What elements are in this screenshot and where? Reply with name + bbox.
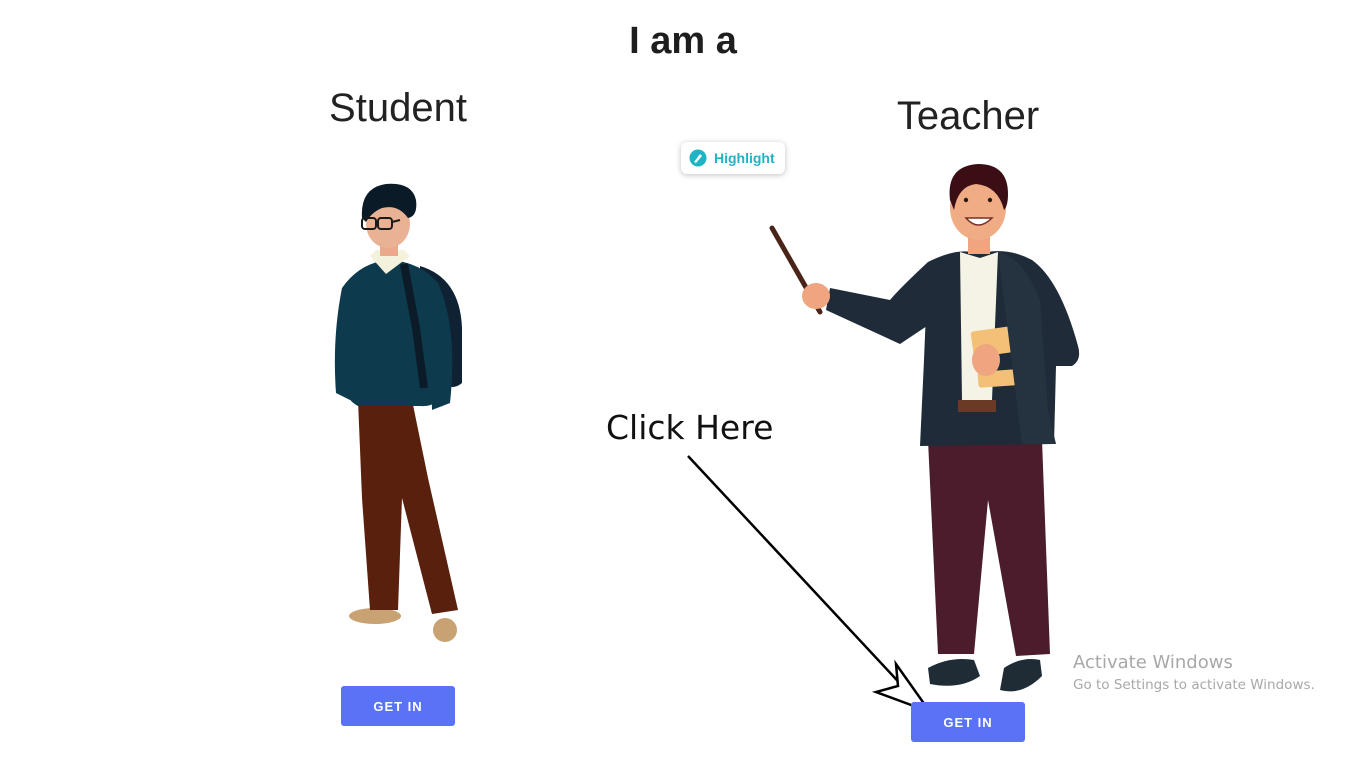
- teacher-get-in-button[interactable]: GET IN: [911, 702, 1025, 742]
- teacher-title: Teacher: [896, 94, 1040, 138]
- watermark-title: Activate Windows: [1073, 652, 1233, 673]
- highlight-chip[interactable]: Highlight: [681, 142, 785, 174]
- click-here-annotation: Click Here: [606, 408, 774, 447]
- highlight-label: Highlight: [714, 150, 775, 166]
- teacher-illustration: [769, 164, 1080, 692]
- activate-windows-watermark: Activate Windows Go to Settings to activ…: [1073, 652, 1315, 693]
- student-get-in-button[interactable]: GET IN: [341, 686, 455, 726]
- role-selection-page: I am a Student Teacher Highlight Click H…: [0, 0, 1366, 768]
- highlight-icon: [689, 149, 707, 167]
- page-title: I am a: [629, 20, 737, 62]
- watermark-subtitle: Go to Settings to activate Windows.: [1073, 677, 1315, 693]
- student-title: Student: [329, 86, 467, 130]
- student-illustration: [334, 183, 462, 642]
